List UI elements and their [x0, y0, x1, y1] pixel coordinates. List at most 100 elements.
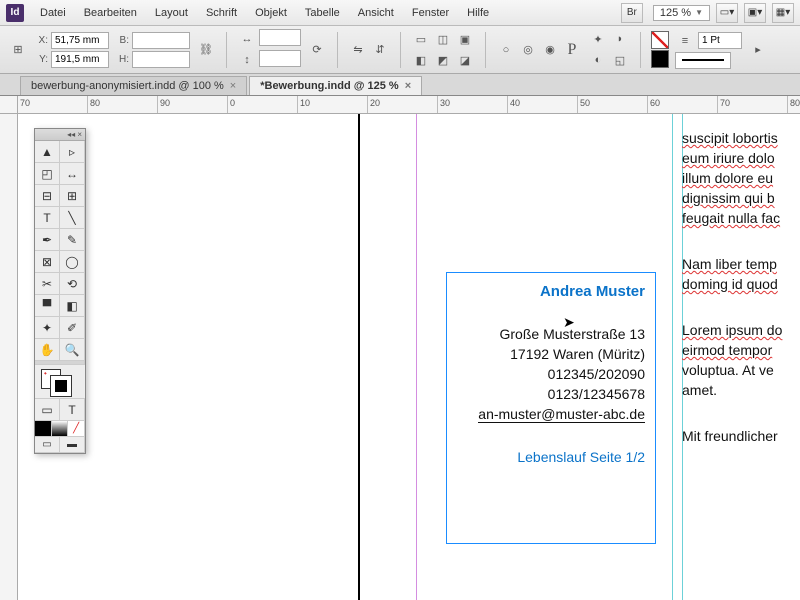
- wrap-bbox-icon[interactable]: ◎: [518, 40, 538, 60]
- rotate-icon[interactable]: ⟳: [307, 40, 327, 60]
- content-placer-tool[interactable]: ⊞: [60, 185, 85, 207]
- flip-v-icon[interactable]: ⇵: [370, 40, 390, 60]
- direct-selection-tool[interactable]: ▹: [60, 141, 85, 163]
- document-tabs: bewerbung-anonymisiert.indd @ 100 % × *Be…: [0, 74, 800, 96]
- selection-tool[interactable]: ▲: [35, 141, 60, 163]
- type-tool[interactable]: T: [35, 207, 60, 229]
- ellipse-tool[interactable]: ◯: [60, 251, 85, 273]
- effects-icon[interactable]: ✦: [588, 29, 608, 49]
- panel-menu-icon[interactable]: ▸: [748, 40, 768, 60]
- w-field[interactable]: [132, 32, 190, 49]
- stroke-weight-field[interactable]: [698, 32, 742, 49]
- fill-stroke-proxy[interactable]: [35, 365, 85, 399]
- doctab-1[interactable]: bewerbung-anonymisiert.indd @ 100 % ×: [20, 76, 247, 95]
- menu-bearbeiten[interactable]: Bearbeiten: [76, 4, 145, 22]
- fit-frame-icon[interactable]: ◧: [411, 50, 431, 70]
- preview-view-icon[interactable]: ▬: [60, 437, 85, 453]
- scissors-tool[interactable]: ✂: [35, 273, 60, 295]
- note-tool[interactable]: ✦: [35, 317, 60, 339]
- text-frame-contact[interactable]: Andrea Muster Große Musterstraße 13 1719…: [446, 272, 656, 544]
- y-field[interactable]: [51, 51, 109, 68]
- name-heading: Andrea Muster: [457, 283, 645, 300]
- arrange-button[interactable]: ▦▾: [772, 3, 794, 23]
- formatting-text-icon[interactable]: T: [60, 399, 85, 421]
- phone-2: 0123/12345678: [457, 386, 645, 402]
- gap-tool[interactable]: ↔: [60, 163, 85, 185]
- pen-tool[interactable]: ✒: [35, 229, 60, 251]
- doctab-1-label: bewerbung-anonymisiert.indd @ 100 %: [31, 80, 224, 92]
- zoom-level-dropdown[interactable]: 125 % ▼: [653, 5, 710, 21]
- fit-content-icon[interactable]: ▣: [455, 29, 475, 49]
- close-icon[interactable]: ×: [405, 80, 411, 92]
- scale-y-icon[interactable]: ↕: [237, 50, 257, 70]
- gradient-feather-tool[interactable]: ◧: [60, 295, 85, 317]
- tools-panel[interactable]: ◂◂ × ▲ ▹ ◰ ↔ ⊟ ⊞ T ╲ ✒ ✎ ⊠ ◯ ✂ ⟲ ▀ ◧ ✦ ✐…: [34, 128, 86, 454]
- apply-none-icon[interactable]: ╱: [68, 421, 85, 437]
- x-label: X:: [34, 35, 48, 46]
- fill-swatch[interactable]: [651, 31, 669, 49]
- menu-datei[interactable]: Datei: [32, 4, 74, 22]
- document-canvas[interactable]: Andrea Muster Große Musterstraße 13 1719…: [18, 114, 800, 600]
- app-icon: Id: [6, 4, 24, 22]
- menu-ansicht[interactable]: Ansicht: [350, 4, 402, 22]
- pencil-tool[interactable]: ✎: [60, 229, 85, 251]
- body-text-column: suscipit lobortis eum iriure dolo illum …: [682, 128, 800, 446]
- stroke-style-dropdown[interactable]: [675, 52, 731, 69]
- drop-shadow-icon[interactable]: ◗: [610, 29, 630, 49]
- line-tool[interactable]: ╲: [60, 207, 85, 229]
- scale-x-icon[interactable]: ↔: [237, 29, 257, 49]
- page-tool[interactable]: ◰: [35, 163, 60, 185]
- stroke-proxy[interactable]: [51, 376, 71, 396]
- chevron-down-icon: ▼: [695, 8, 703, 17]
- close-icon[interactable]: ×: [230, 80, 236, 92]
- scale-x-field[interactable]: [259, 29, 301, 46]
- x-field[interactable]: [51, 32, 109, 49]
- column-guide-left: [672, 114, 673, 600]
- constrain-icon[interactable]: ⛓: [196, 40, 216, 60]
- hand-tool[interactable]: ✋: [35, 339, 60, 361]
- opacity-icon[interactable]: ◐: [588, 50, 608, 70]
- eyedropper-tool[interactable]: ✐: [60, 317, 85, 339]
- stroke-swatch[interactable]: [651, 50, 669, 68]
- horizontal-ruler[interactable]: 70 80 90 0 10 20 30 40 50 60 70 80: [18, 96, 800, 114]
- control-panel: ⊞ X: Y: B: H: ⛓ ↔ ↕ ⟳ ⇋ ⇵ ▭ ◫ ▣ ◧ ◩ ◪ ○ …: [0, 26, 800, 74]
- ruler-origin[interactable]: [0, 96, 18, 114]
- h-field[interactable]: [132, 51, 190, 68]
- select-content-icon[interactable]: ◫: [433, 29, 453, 49]
- view-mode-button[interactable]: ▭▾: [716, 3, 738, 23]
- vertical-ruler[interactable]: [0, 114, 18, 600]
- apply-color-icon[interactable]: [35, 421, 52, 437]
- menu-hilfe[interactable]: Hilfe: [459, 4, 497, 22]
- menu-objekt[interactable]: Objekt: [247, 4, 295, 22]
- doctab-2-label: *Bewerbung.indd @ 125 %: [260, 80, 398, 92]
- wrap-none-icon[interactable]: ○: [496, 40, 516, 60]
- paragraph-style-icon[interactable]: P: [562, 40, 582, 60]
- phone-1: 012345/202090: [457, 366, 645, 382]
- screen-mode-button[interactable]: ▣▾: [744, 3, 766, 23]
- bridge-button[interactable]: Br: [621, 3, 643, 23]
- select-container-icon[interactable]: ▭: [411, 29, 431, 49]
- flip-h-icon[interactable]: ⇋: [348, 40, 368, 60]
- transform-tool[interactable]: ⟲: [60, 273, 85, 295]
- apply-gradient-icon[interactable]: [52, 421, 69, 437]
- fill-frame-icon[interactable]: ◪: [455, 50, 475, 70]
- wrap-shape-icon[interactable]: ◉: [540, 40, 560, 60]
- menu-schrift[interactable]: Schrift: [198, 4, 245, 22]
- email-link: an-muster@muster-abc.de: [478, 406, 645, 423]
- reference-point-icon[interactable]: ⊞: [8, 40, 28, 60]
- menu-tabelle[interactable]: Tabelle: [297, 4, 348, 22]
- center-content-icon[interactable]: ◩: [433, 50, 453, 70]
- normal-view-icon[interactable]: ▭: [35, 437, 60, 453]
- corner-icon[interactable]: ◱: [610, 50, 630, 70]
- scale-y-field[interactable]: [259, 50, 301, 67]
- gradient-swatch-tool[interactable]: ▀: [35, 295, 60, 317]
- formatting-container-icon[interactable]: ▭: [35, 399, 60, 421]
- menu-fenster[interactable]: Fenster: [404, 4, 457, 22]
- content-collector-tool[interactable]: ⊟: [35, 185, 60, 207]
- panel-grip[interactable]: ◂◂ ×: [35, 129, 85, 141]
- zoom-value: 125 %: [660, 7, 691, 19]
- doctab-2[interactable]: *Bewerbung.indd @ 125 % ×: [249, 76, 422, 95]
- zoom-tool[interactable]: 🔍: [60, 339, 85, 361]
- rectangle-frame-tool[interactable]: ⊠: [35, 251, 60, 273]
- menu-layout[interactable]: Layout: [147, 4, 196, 22]
